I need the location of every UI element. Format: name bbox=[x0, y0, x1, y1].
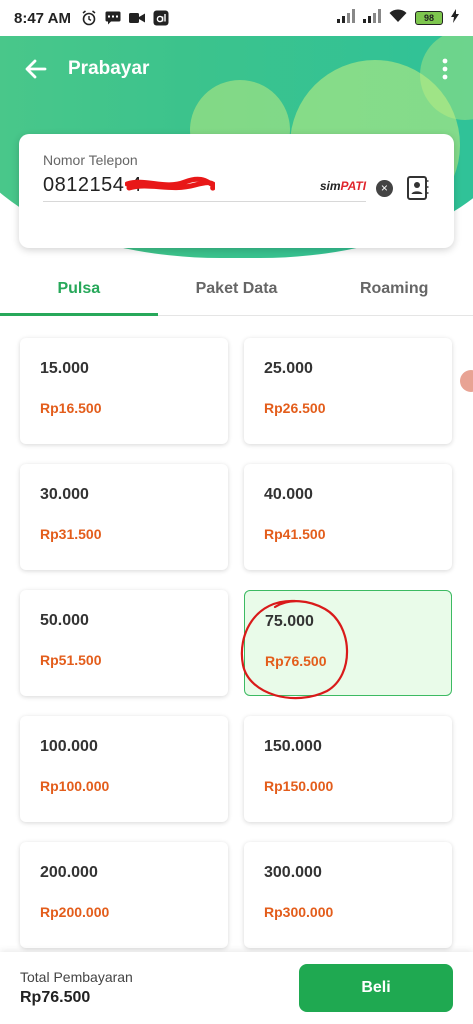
denomination-card[interactable]: 25.000 Rp26.500 bbox=[244, 338, 452, 444]
checkout-bar: Total Pembayaran Rp76.500 Beli bbox=[0, 952, 473, 1024]
floating-dot bbox=[460, 370, 473, 392]
tab-pulsa[interactable]: Pulsa bbox=[0, 262, 158, 316]
tab-roaming[interactable]: Roaming bbox=[315, 262, 473, 315]
app-bar: Prabayar bbox=[0, 44, 473, 94]
denomination-nominal: 15.000 bbox=[40, 360, 89, 377]
operator-prefix: sim bbox=[319, 178, 341, 193]
phone-number-value: 0812154 4 bbox=[43, 174, 143, 196]
denomination-card[interactable]: 50.000 Rp51.500 bbox=[20, 590, 228, 696]
phone-label: Nomor Telepon bbox=[43, 152, 138, 168]
tab-bar: Pulsa Paket Data Roaming bbox=[0, 262, 473, 316]
denomination-price: Rp200.000 bbox=[40, 904, 110, 920]
tab-paket-data[interactable]: Paket Data bbox=[158, 262, 316, 315]
denomination-nominal: 75.000 bbox=[265, 613, 314, 630]
denomination-card-selected[interactable]: 75.000 Rp76.500 bbox=[240, 590, 452, 700]
denomination-price: Rp26.500 bbox=[264, 400, 326, 416]
hand-drawn-circle-annotation bbox=[240, 599, 349, 700]
page-title: Prabayar bbox=[68, 58, 150, 79]
video-icon bbox=[128, 12, 145, 24]
denomination-price: Rp41.500 bbox=[264, 526, 326, 542]
denomination-card[interactable]: 100.000 Rp100.000 bbox=[20, 716, 228, 822]
denomination-nominal: 25.000 bbox=[264, 360, 313, 377]
total-value: Rp76.500 bbox=[20, 989, 91, 1006]
clear-button[interactable]: × bbox=[376, 179, 393, 197]
denomination-price: Rp31.500 bbox=[40, 526, 102, 542]
denomination-card[interactable]: 40.000 Rp41.500 bbox=[244, 464, 452, 570]
denomination-nominal: 30.000 bbox=[40, 486, 89, 503]
denomination-nominal: 300.000 bbox=[264, 864, 322, 881]
total-section: Total Pembayaran Rp76.500 bbox=[20, 969, 133, 1007]
buy-button[interactable]: Beli bbox=[299, 964, 453, 1012]
denomination-nominal: 100.000 bbox=[40, 738, 98, 755]
more-vertical-icon bbox=[442, 58, 448, 80]
phone-row: 0812154 4 simPATI × bbox=[43, 174, 430, 202]
denomination-price: Rp150.000 bbox=[264, 778, 334, 794]
denomination-grid: 15.000 Rp16.500 25.000 Rp26.500 30.000 R… bbox=[20, 338, 452, 948]
back-arrow-icon bbox=[25, 59, 47, 79]
denomination-price: Rp100.000 bbox=[40, 778, 110, 794]
contacts-icon bbox=[407, 176, 429, 200]
denomination-card[interactable]: 300.000 Rp300.000 bbox=[244, 842, 452, 948]
denomination-card[interactable]: 15.000 Rp16.500 bbox=[20, 338, 228, 444]
denomination-card[interactable]: 150.000 Rp150.000 bbox=[244, 716, 452, 822]
clear-icon: × bbox=[380, 181, 388, 195]
denomination-nominal: 40.000 bbox=[264, 486, 313, 503]
denomination-price: Rp300.000 bbox=[264, 904, 334, 920]
more-options-button[interactable] bbox=[433, 49, 457, 89]
phone-number-card: Nomor Telepon 0812154 4 simPATI × bbox=[19, 134, 454, 248]
denomination-card[interactable]: 200.000 Rp200.000 bbox=[20, 842, 228, 948]
contacts-button[interactable] bbox=[407, 175, 430, 201]
signal-icon bbox=[337, 9, 355, 27]
signal-icon bbox=[363, 9, 381, 27]
status-time: 8:47 AM bbox=[14, 9, 71, 27]
denomination-price: Rp16.500 bbox=[40, 400, 102, 416]
denomination-nominal: 150.000 bbox=[264, 738, 322, 755]
charging-icon bbox=[451, 9, 459, 27]
denomination-price: Rp51.500 bbox=[40, 652, 102, 668]
denomination-price: Rp76.500 bbox=[265, 653, 327, 669]
denomination-nominal: 200.000 bbox=[40, 864, 98, 881]
denomination-nominal: 50.000 bbox=[40, 612, 89, 629]
operator-logo: simPATI bbox=[320, 179, 366, 193]
battery-icon: 98 bbox=[415, 11, 443, 25]
total-label: Total Pembayaran bbox=[20, 969, 133, 985]
wifi-icon bbox=[389, 9, 407, 27]
status-bar: 8:47 AM 98 bbox=[0, 0, 473, 36]
app-notification-icon bbox=[153, 10, 169, 26]
operator-accent: PATI bbox=[340, 178, 367, 193]
denomination-card[interactable]: 30.000 Rp31.500 bbox=[20, 464, 228, 570]
back-button[interactable] bbox=[16, 49, 56, 89]
message-icon bbox=[105, 11, 121, 25]
phone-number-input[interactable]: 0812154 4 simPATI bbox=[43, 174, 367, 202]
alarm-icon bbox=[81, 10, 97, 26]
